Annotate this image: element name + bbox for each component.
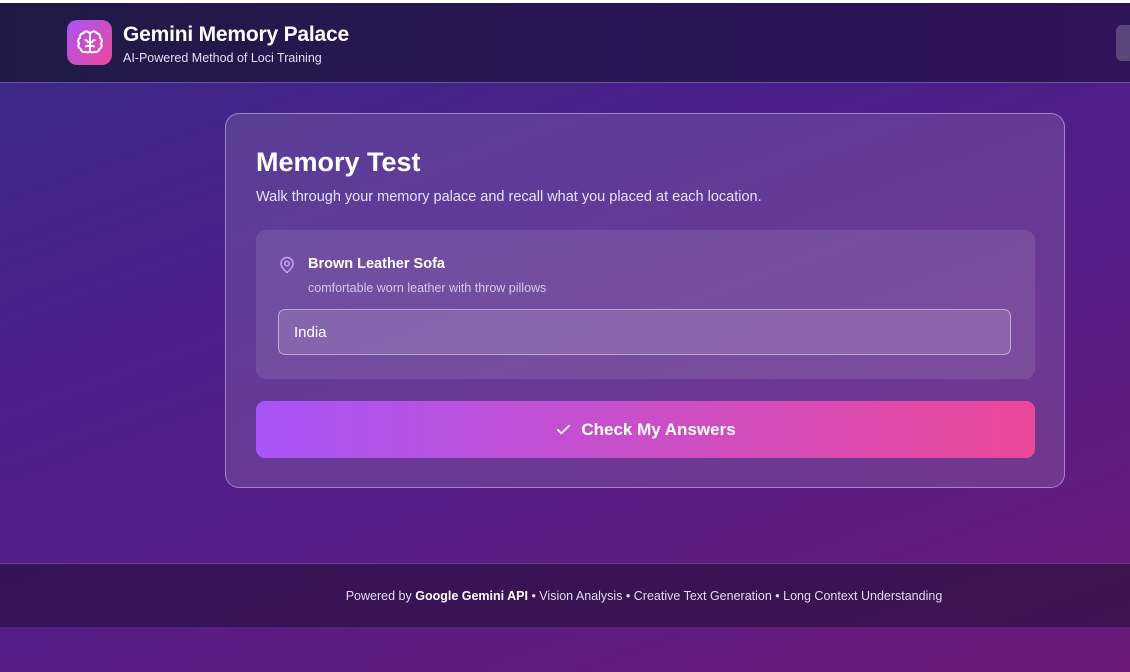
check-answers-button[interactable]: Check My Answers xyxy=(256,401,1035,458)
footer-prefix: Powered by xyxy=(345,589,412,603)
app-header: Gemini Memory Palace AI-Powered Method o… xyxy=(0,3,1130,83)
footer-brand: Google Gemini API xyxy=(415,589,528,603)
app-subtitle: AI-Powered Method of Loci Training xyxy=(123,51,322,65)
footer-features: • Vision Analysis • Creative Text Genera… xyxy=(531,589,943,603)
header-action-button[interactable] xyxy=(1116,25,1130,61)
brain-icon xyxy=(76,30,103,53)
app-logo xyxy=(67,20,112,65)
location-description: comfortable worn leather with throw pill… xyxy=(308,281,547,295)
location-name: Brown Leather Sofa xyxy=(308,256,445,272)
check-answers-label: Check My Answers xyxy=(581,419,736,439)
app-footer: Powered by Google Gemini API • Vision An… xyxy=(0,563,1130,627)
app-title: Gemini Memory Palace xyxy=(123,23,349,46)
answer-input[interactable] xyxy=(278,309,1011,355)
page-title: Memory Test xyxy=(256,147,421,177)
map-pin-icon xyxy=(280,256,294,274)
footer-text: Powered by Google Gemini API • Vision An… xyxy=(0,589,1130,603)
check-icon xyxy=(557,424,571,435)
location-item: Brown Leather Sofa comfortable worn leat… xyxy=(256,230,1035,379)
memory-test-card: Memory Test Walk through your memory pal… xyxy=(225,113,1065,488)
test-description: Walk through your memory palace and reca… xyxy=(256,189,762,205)
